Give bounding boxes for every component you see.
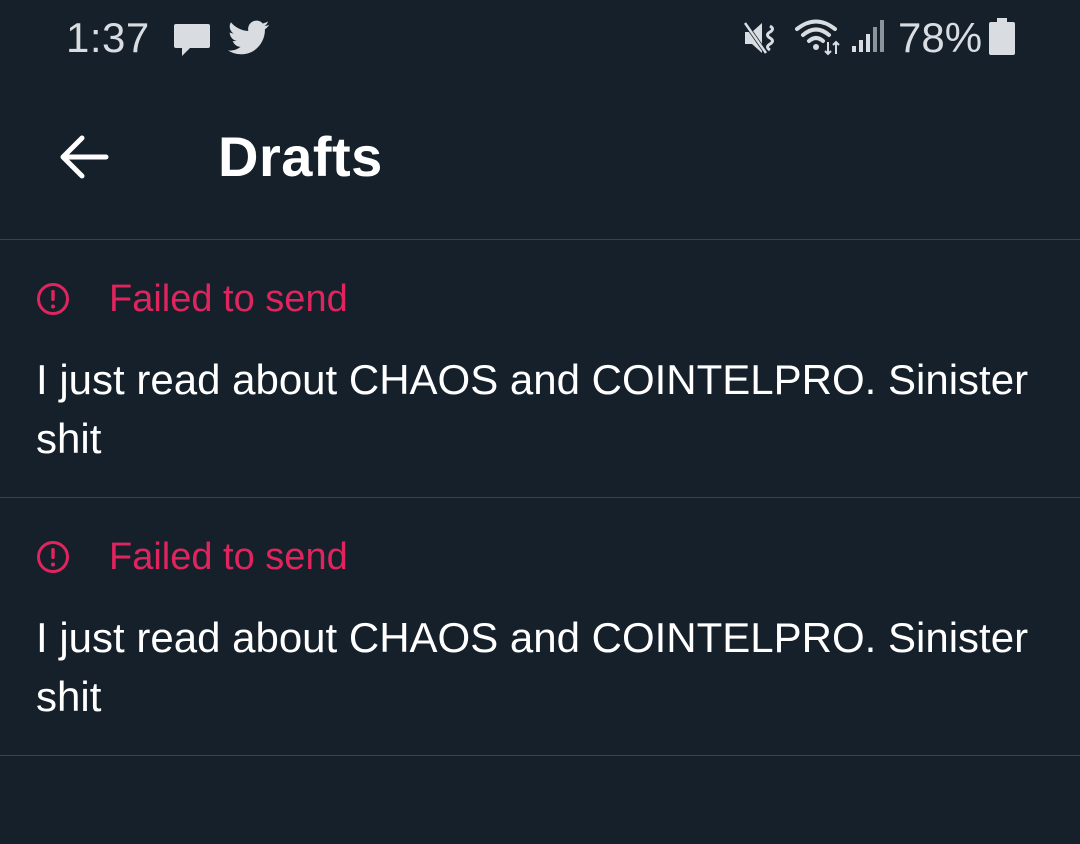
- draft-text: I just read about CHAOS and COINTELPRO. …: [36, 356, 1029, 462]
- draft-item[interactable]: Failed to send I just read about CHAOS a…: [0, 240, 1080, 498]
- drafts-list: Failed to send I just read about CHAOS a…: [0, 240, 1080, 756]
- draft-text: I just read about CHAOS and COINTELPRO. …: [36, 614, 1029, 720]
- status-time: 1:37: [66, 14, 150, 61]
- alert-circle-icon: [37, 541, 69, 573]
- mute-icon: [743, 21, 774, 55]
- status-bar: 1:37 78%: [0, 0, 1080, 78]
- message-icon: [174, 24, 210, 56]
- arrow-left-icon: [60, 135, 109, 179]
- signal-icon: [852, 20, 884, 52]
- draft-status-text: Failed to send: [109, 536, 348, 578]
- battery-percent: 78%: [898, 14, 983, 61]
- draft-status-text: Failed to send: [109, 278, 348, 320]
- draft-item[interactable]: Failed to send I just read about CHAOS a…: [0, 498, 1080, 756]
- top-app-bar: Drafts: [0, 78, 1080, 240]
- alert-circle-icon: [37, 283, 69, 315]
- page-title: Drafts: [218, 125, 383, 188]
- wifi-icon: [795, 19, 840, 56]
- back-button[interactable]: [40, 116, 128, 198]
- twitter-icon: [228, 20, 270, 55]
- battery-icon: [989, 18, 1015, 55]
